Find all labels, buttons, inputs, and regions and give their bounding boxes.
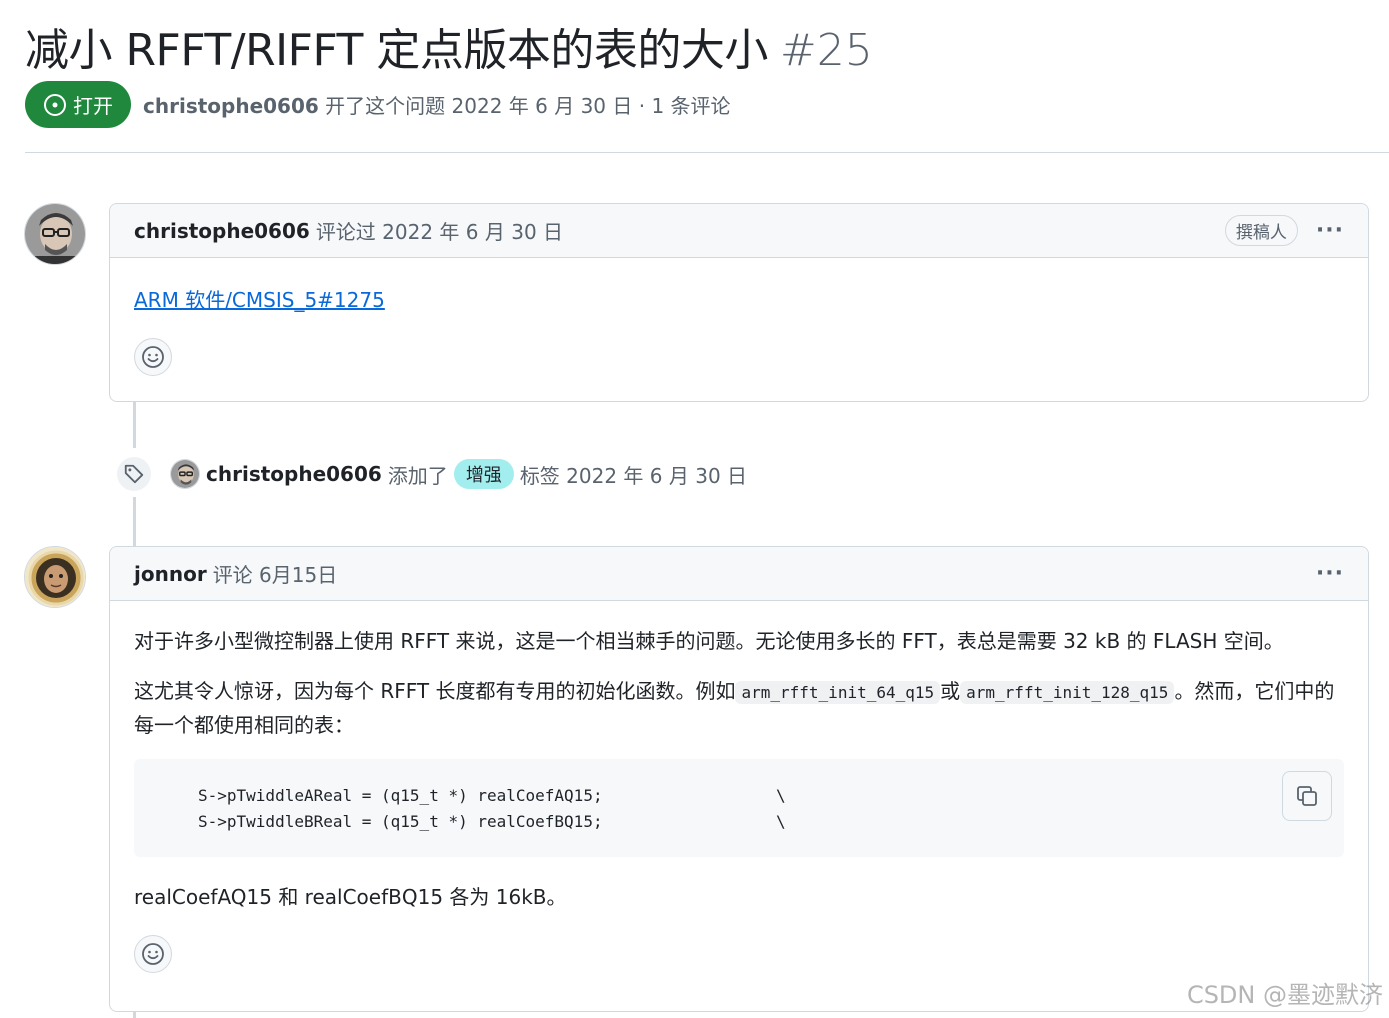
inline-code: arm_rfft_init_128_q15 — [960, 681, 1175, 704]
timeline-line — [133, 497, 136, 547]
comment-header: jonnor 评论 6月15日 ··· — [110, 547, 1368, 601]
code-block: S->pTwiddleAReal = (q15_t *) realCoefAQ1… — [134, 759, 1344, 857]
code-line: S->pTwiddleAReal = (q15_t *) realCoefAQ1… — [198, 786, 786, 805]
issue-meta: 打开 christophe0606 开了这个问题 2022 年 6 月 30 日… — [25, 81, 731, 128]
comment-body: 对于许多小型微控制器上使用 RFFT 来说，这是一个相当棘手的问题。无论使用多长… — [110, 601, 1368, 997]
smiley-icon — [142, 943, 164, 965]
issue-title-row: 减小 RFFT/RIFFT 定点版本的表的大小 #25 — [25, 14, 873, 78]
timeline-line — [133, 402, 136, 448]
header-divider — [25, 152, 1389, 153]
tag-icon — [124, 464, 144, 484]
inline-code: arm_rfft_init_64_q15 — [735, 681, 941, 704]
paragraph-text: 或 — [940, 679, 961, 703]
event-suffix: 标签 2022 年 6 月 30 日 — [519, 463, 748, 488]
avatar[interactable] — [170, 459, 200, 489]
avatar[interactable] — [24, 203, 86, 265]
comment-author[interactable]: jonnor — [134, 562, 207, 586]
label-pill[interactable]: 增强 — [453, 459, 514, 489]
timeline-line — [133, 1012, 136, 1018]
add-reaction-button[interactable] — [134, 935, 172, 973]
event-author[interactable]: christophe0606 — [206, 462, 382, 486]
issue-link[interactable]: ARM 软件/CMSIS_5#1275 — [134, 288, 385, 312]
issue-state-label: 打开 — [73, 94, 113, 118]
kebab-icon[interactable]: ··· — [1316, 218, 1344, 243]
event-action: 添加了 — [387, 463, 448, 488]
comment-card: christophe0606 评论过 2022 年 6 月 30 日 撰稿人 ·… — [109, 203, 1369, 402]
copy-icon — [1297, 786, 1317, 806]
smiley-icon — [142, 346, 164, 368]
avatar[interactable] — [24, 546, 86, 608]
comment-header: christophe0606 评论过 2022 年 6 月 30 日 撰稿人 ·… — [110, 204, 1368, 258]
comment-paragraph: 对于许多小型微控制器上使用 RFFT 来说，这是一个相当棘手的问题。无论使用多长… — [134, 629, 1284, 653]
issue-open-icon — [44, 93, 66, 116]
role-badge: 撰稿人 — [1224, 215, 1298, 246]
add-reaction-button[interactable] — [134, 338, 172, 376]
issue-title: 减小 RFFT/RIFFT 定点版本的表的大小 — [25, 25, 768, 76]
comment-paragraph: 这尤其令人惊讶，因为每个 RFFT 长度都有专用的初始化函数。例如 arm_rff… — [134, 675, 1344, 741]
event-icon — [114, 454, 154, 494]
comment-body: ARM 软件/CMSIS_5#1275 — [110, 258, 1368, 400]
comment-timestamp[interactable]: 评论 6月15日 — [213, 559, 338, 588]
issue-meta-rest: 开了这个问题 2022 年 6 月 30 日 · 1 条评论 — [325, 94, 731, 118]
issue-meta-text: christophe0606 开了这个问题 2022 年 6 月 30 日 · … — [143, 90, 731, 119]
label-event: christophe0606 添加了 增强 标签 2022 年 6 月 30 日 — [114, 454, 748, 494]
copy-button[interactable] — [1282, 771, 1332, 821]
watermark: CSDN @墨迹默济 — [1186, 981, 1383, 1009]
comment-card: jonnor 评论 6月15日 ··· 对于许多小型微控制器上使用 RFFT 来… — [109, 546, 1369, 1012]
issue-number: #25 — [779, 25, 873, 76]
comment-author[interactable]: christophe0606 — [134, 219, 310, 243]
issue-opened-by[interactable]: christophe0606 — [143, 94, 319, 118]
comment-timestamp[interactable]: 评论过 2022 年 6 月 30 日 — [316, 216, 563, 245]
kebab-icon[interactable]: ··· — [1316, 561, 1344, 586]
paragraph-text: 这尤其令人惊讶，因为每个 RFFT 长度都有专用的初始化函数。例如 — [134, 679, 736, 703]
issue-state-badge: 打开 — [25, 81, 131, 128]
code-line: S->pTwiddleBReal = (q15_t *) realCoefBQ1… — [198, 812, 786, 831]
